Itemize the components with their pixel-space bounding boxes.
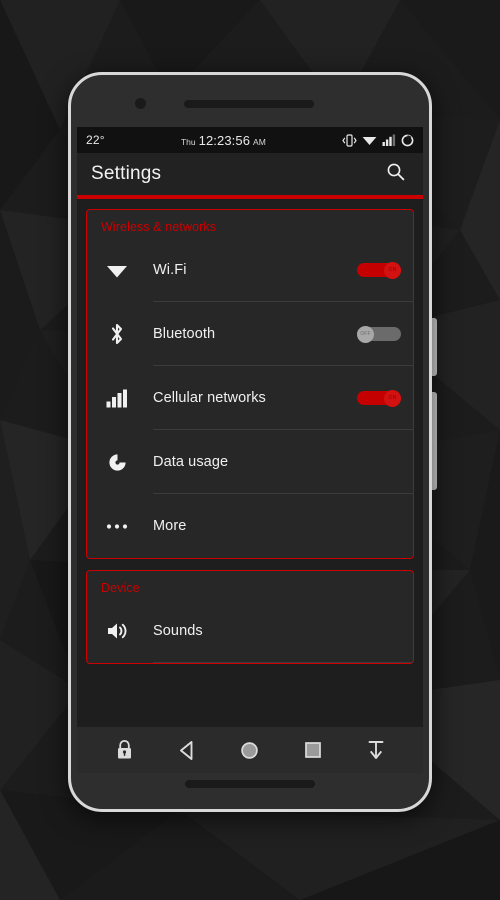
status-day-label: Thu: [180, 136, 196, 147]
cellular-toggle[interactable]: ON: [357, 389, 401, 407]
settings-row-data-usage[interactable]: Data usage: [87, 430, 413, 494]
toggle-knob: ON: [384, 261, 401, 279]
status-icons-group: [342, 133, 414, 147]
bluetooth-toggle[interactable]: OFF: [357, 325, 401, 343]
phone-screen: 22° Thu 12:23:56 AM Settings Wireless & …: [77, 127, 423, 727]
volume-button[interactable]: [432, 392, 437, 490]
action-bar: Settings: [77, 153, 423, 195]
status-time-label: 12:23:56: [198, 132, 251, 148]
back-button[interactable]: [170, 733, 204, 767]
recents-icon: [303, 740, 323, 760]
bluetooth-icon: [99, 322, 135, 346]
settings-card-wireless: Wireless & networks Wi.Fi ON Bluetooth O…: [86, 209, 414, 559]
search-icon: [386, 162, 405, 186]
search-button[interactable]: [381, 160, 409, 188]
bottom-speaker: [185, 780, 315, 788]
home-icon: [239, 740, 260, 761]
page-title: Settings: [91, 163, 162, 184]
wifi-icon: [362, 134, 377, 146]
lock-icon: [115, 739, 134, 761]
data-usage-icon: [99, 452, 135, 473]
wifi-toggle[interactable]: ON: [357, 261, 401, 279]
home-button[interactable]: [233, 733, 267, 767]
settings-row-label: Data usage: [153, 454, 229, 470]
sounds-icon: [99, 621, 135, 641]
row-divider: [153, 662, 413, 663]
hide-navbar-icon: [366, 739, 386, 761]
vibrate-icon: [342, 133, 357, 147]
settings-row-label: Wi.Fi: [153, 262, 187, 278]
settings-row-wifi[interactable]: Wi.Fi ON: [87, 238, 413, 302]
status-clock: Thu 12:23:56 AM: [105, 133, 342, 148]
section-header-device: Device: [101, 581, 140, 595]
power-button[interactable]: [432, 318, 437, 376]
phone-device: 22° Thu 12:23:56 AM Settings Wireless & …: [68, 72, 432, 812]
settings-row-label: More: [153, 518, 187, 534]
settings-row-more[interactable]: More: [87, 494, 413, 558]
toggle-knob: OFF: [357, 325, 374, 343]
lock-button[interactable]: [107, 733, 141, 767]
settings-row-cellular[interactable]: Cellular networks ON: [87, 366, 413, 430]
section-header-wireless: Wireless & networks: [101, 220, 217, 234]
status-ampm-label: AM: [253, 136, 266, 147]
status-bar: 22° Thu 12:23:56 AM: [77, 127, 423, 153]
hide-navbar-button[interactable]: [359, 733, 393, 767]
settings-row-label: Bluetooth: [153, 326, 216, 342]
back-icon: [177, 740, 197, 761]
cellular-signal-icon: [382, 134, 396, 146]
more-icon: [99, 523, 135, 530]
settings-list[interactable]: Wireless & networks Wi.Fi ON Bluetooth O…: [77, 199, 423, 727]
wifi-icon: [99, 262, 135, 279]
battery-icon: [401, 134, 414, 147]
navigation-bar: [77, 727, 423, 773]
cellular-signal-icon: [99, 389, 135, 408]
settings-row-bluetooth[interactable]: Bluetooth OFF: [87, 302, 413, 366]
front-camera-icon: [135, 98, 146, 109]
settings-row-sounds[interactable]: Sounds: [87, 599, 413, 663]
recents-button[interactable]: [296, 733, 330, 767]
settings-row-label: Sounds: [153, 623, 203, 639]
toggle-knob: ON: [384, 389, 401, 407]
settings-card-device: Device Sounds: [86, 570, 414, 664]
earpiece-speaker: [184, 100, 314, 108]
temperature-indicator: 22°: [86, 133, 105, 147]
phone-top-bezel: [71, 75, 429, 127]
settings-row-label: Cellular networks: [153, 390, 266, 406]
